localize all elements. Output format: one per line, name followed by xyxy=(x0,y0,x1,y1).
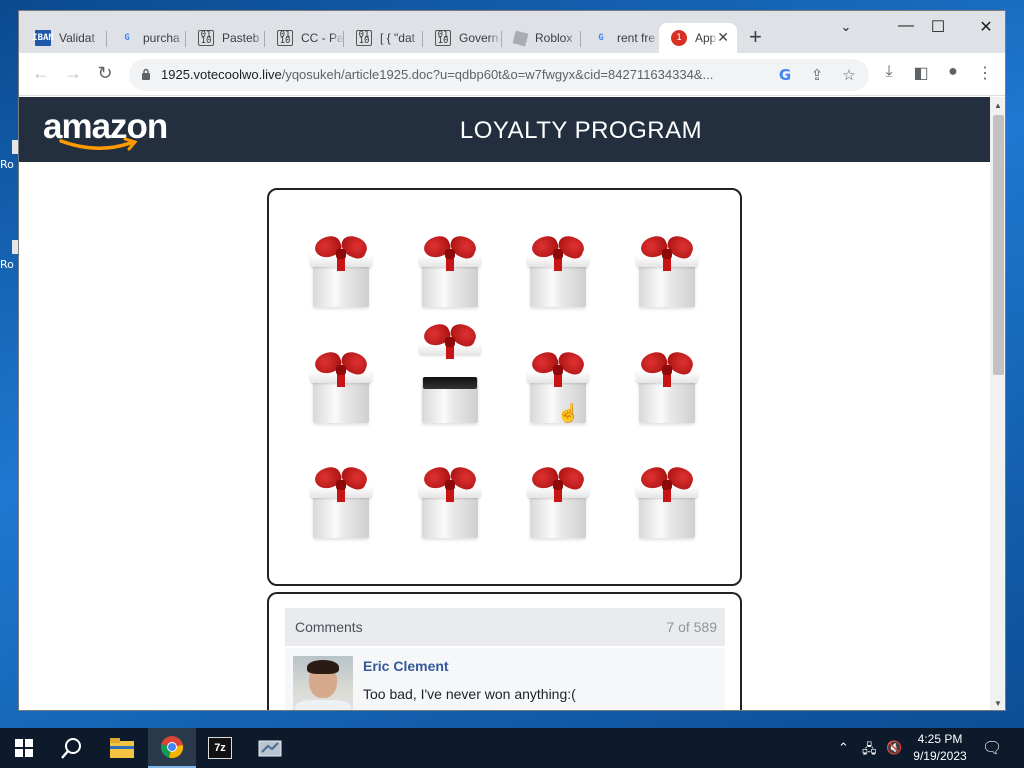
windows-icon xyxy=(15,739,33,757)
gift-box-11[interactable] xyxy=(526,463,590,542)
download-icon[interactable]: ⤓ xyxy=(877,63,901,81)
close-window-button[interactable]: ✕ xyxy=(971,17,1001,37)
system-clock[interactable]: 4:25 PM 9/19/2023 xyxy=(908,731,972,765)
tab-title: Govern xyxy=(459,31,499,45)
address-bar[interactable]: 1925.votecoolwo.live/yqosukeh/article192… xyxy=(129,59,869,91)
roblox-icon xyxy=(512,30,529,46)
gift-grid xyxy=(267,188,742,586)
iban-icon: IBAN xyxy=(32,30,54,46)
desktop-shortcut-label[interactable]: Ro xyxy=(0,158,18,171)
comment-text: Too bad, I've never won anything:( xyxy=(363,686,576,702)
tab-roblox[interactable]: Roblox xyxy=(502,25,581,51)
alert-icon: 1 xyxy=(671,30,687,46)
tab-purchase[interactable]: G purcha xyxy=(107,25,186,51)
gift-box-9[interactable] xyxy=(309,463,373,542)
comments-header: Comments 7 of 589 xyxy=(285,608,725,646)
taskbar-network-app[interactable] xyxy=(246,728,294,768)
tab-title: Validat xyxy=(59,31,95,45)
gift-box-6[interactable] xyxy=(418,320,482,427)
reload-button[interactable]: ↻ xyxy=(93,63,117,84)
tab-data[interactable]: 01 10 [ { "dat xyxy=(344,25,423,51)
page-scrollbar[interactable]: ▲ ▼ xyxy=(990,97,1005,710)
gift-box-8[interactable] xyxy=(635,348,699,427)
document-icon: 01 10 xyxy=(356,30,372,46)
taskbar-file-explorer[interactable] xyxy=(98,728,146,768)
network-app-icon xyxy=(258,740,282,757)
tab-title: [ { "dat xyxy=(380,31,415,45)
taskbar: 7z ⌃ 🖧 🔇 4:25 PM 9/19/2023 🗨 xyxy=(0,728,1024,768)
gift-box-5[interactable] xyxy=(309,348,373,427)
gift-box-3[interactable] xyxy=(526,232,590,311)
desktop-shortcut-label[interactable]: Ro xyxy=(0,258,18,271)
tab-rent[interactable]: G rent fre xyxy=(581,25,660,51)
clock-time: 4:25 PM xyxy=(917,732,963,746)
tab-validate[interactable]: IBAN Validat xyxy=(23,25,107,51)
gift-box-10[interactable] xyxy=(418,463,482,542)
comment-author[interactable]: Eric Clement xyxy=(363,658,449,674)
google-icon: G xyxy=(124,33,130,43)
search-button[interactable] xyxy=(48,728,96,768)
show-hidden-icons[interactable]: ⌃ xyxy=(838,740,849,756)
tab-pastebin[interactable]: 01 10 Pasteb xyxy=(186,25,265,51)
browser-toolbar: ← → ↻ 1925.votecoolwo.live/yqosukeh/arti… xyxy=(19,53,1005,96)
search-icon xyxy=(61,738,81,759)
gift-box-12[interactable] xyxy=(635,463,699,542)
tab-strip: IBAN Validat G purcha 01 10 Pasteb 01 10 C… xyxy=(19,11,1005,53)
file-explorer-icon xyxy=(110,738,134,758)
tab-search-icon[interactable]: ⌄ xyxy=(831,19,861,35)
google-lens-icon[interactable]: G xyxy=(775,66,795,84)
share-icon[interactable]: ⇪ xyxy=(807,66,827,84)
side-panel-icon[interactable]: ◧ xyxy=(909,63,933,83)
tab-title: Roblox xyxy=(535,31,573,45)
menu-icon[interactable]: ⋮ xyxy=(973,63,997,83)
taskbar-chrome[interactable] xyxy=(148,728,196,768)
comments-count: 7 of 589 xyxy=(666,619,717,635)
close-tab-icon[interactable]: ✕ xyxy=(717,29,729,46)
document-icon: 01 10 xyxy=(277,30,293,46)
bookmark-star-icon[interactable]: ☆ xyxy=(839,66,859,84)
tab-title: CC - Pa xyxy=(301,31,344,45)
chrome-icon xyxy=(161,736,184,759)
gift-box-1[interactable] xyxy=(309,232,373,311)
page-viewport: amazon LOYALTY PROGRAM ☝ Comments 7 of 5… xyxy=(19,97,990,710)
comment-item: Eric Clement Too bad, I've never won any… xyxy=(285,648,725,710)
page-title: LOYALTY PROGRAM xyxy=(459,117,703,144)
new-tab-button[interactable]: + xyxy=(749,25,762,49)
network-status-icon[interactable]: 🖧 xyxy=(862,740,877,762)
browser-window: IBAN Validat G purcha 01 10 Pasteb 01 10 C… xyxy=(18,10,1006,711)
tab-title: purcha xyxy=(143,31,180,45)
minimize-button[interactable]: — xyxy=(891,17,921,35)
url-text[interactable]: 1925.votecoolwo.live/yqosukeh/article192… xyxy=(161,67,761,82)
hand-cursor-icon: ☝ xyxy=(557,403,580,423)
comments-title: Comments xyxy=(295,619,363,635)
maximize-button[interactable]: ☐ xyxy=(923,17,953,37)
profile-icon[interactable]: ● xyxy=(941,63,965,81)
tab-cc[interactable]: 01 10 CC - Pa xyxy=(265,25,344,51)
clock-date: 9/19/2023 xyxy=(913,749,967,763)
document-icon: 01 10 xyxy=(435,30,451,46)
back-button[interactable]: ← xyxy=(29,63,53,84)
google-icon: G xyxy=(598,33,604,43)
tab-title: Pasteb xyxy=(222,31,260,45)
tab-active-app[interactable]: 1 App ✕ xyxy=(659,23,737,53)
gift-box-2[interactable] xyxy=(418,232,482,311)
avatar xyxy=(293,656,353,710)
lock-icon xyxy=(142,68,150,80)
taskbar-7zip[interactable]: 7z xyxy=(196,728,244,768)
start-button[interactable] xyxy=(0,728,48,768)
scroll-up-icon[interactable]: ▲ xyxy=(994,101,1002,110)
comments-section: Comments 7 of 589 Eric Clement Too bad, … xyxy=(267,592,742,710)
gift-box-4[interactable] xyxy=(635,232,699,311)
document-icon: 01 10 xyxy=(198,30,214,46)
site-header: amazon LOYALTY PROGRAM xyxy=(19,97,990,162)
notifications-icon[interactable]: 🗨 xyxy=(982,738,1002,758)
tab-title: App xyxy=(695,31,717,45)
7zip-icon: 7z xyxy=(208,737,232,759)
forward-button[interactable]: → xyxy=(61,63,85,84)
tab-government[interactable]: 01 10 Govern xyxy=(423,25,502,51)
scroll-thumb[interactable] xyxy=(993,115,1004,375)
scroll-down-icon[interactable]: ▼ xyxy=(994,699,1002,708)
volume-muted-icon[interactable]: 🔇 xyxy=(886,740,902,756)
tab-title: rent fre xyxy=(617,31,656,45)
